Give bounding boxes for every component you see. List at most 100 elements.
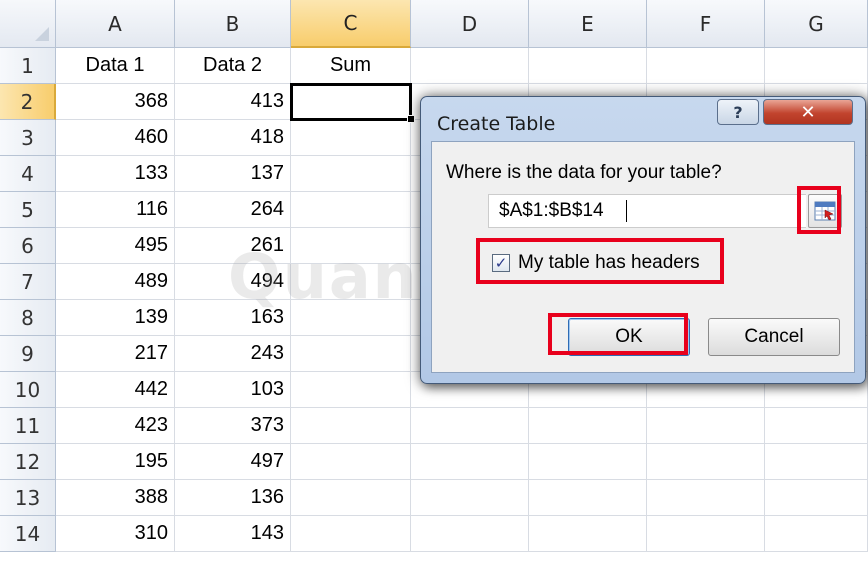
select-all-corner[interactable]: [0, 0, 56, 48]
cell-b9[interactable]: 243: [175, 336, 291, 372]
cell-c12[interactable]: [291, 444, 411, 480]
dialog-body: Where is the data for your table? ✓ My t…: [431, 141, 855, 373]
cell-f13[interactable]: [647, 480, 765, 516]
cell-c14[interactable]: [291, 516, 411, 552]
cell-d14[interactable]: [411, 516, 529, 552]
cell-b6[interactable]: 261: [175, 228, 291, 264]
headers-checkbox[interactable]: ✓: [492, 254, 510, 272]
row-header-3[interactable]: 3: [0, 120, 56, 156]
cell-a13[interactable]: 388: [56, 480, 175, 516]
cell-a8[interactable]: 139: [56, 300, 175, 336]
cell-f1[interactable]: [647, 48, 765, 84]
data-range-label-text: Where is the data for your table?: [446, 162, 722, 183]
cell-b13[interactable]: 136: [175, 480, 291, 516]
cell-b12[interactable]: 497: [175, 444, 291, 480]
cell-b14[interactable]: 143: [175, 516, 291, 552]
row-header-11[interactable]: 11: [0, 408, 56, 444]
cell-a5[interactable]: 116: [56, 192, 175, 228]
cell-a10[interactable]: 442: [56, 372, 175, 408]
cell-a12[interactable]: 195: [56, 444, 175, 480]
cell-d11[interactable]: [411, 408, 529, 444]
cell-b1[interactable]: Data 2: [175, 48, 291, 84]
cell-c5[interactable]: [291, 192, 411, 228]
column-header-f[interactable]: F: [647, 0, 765, 48]
checkmark-icon: ✓: [494, 253, 508, 272]
column-header-a[interactable]: A: [56, 0, 175, 48]
create-table-dialog: Create Table ? ✕ Where is the data for y…: [420, 96, 866, 384]
cell-g12[interactable]: [765, 444, 868, 480]
cell-c7[interactable]: [291, 264, 411, 300]
ok-button[interactable]: OK: [568, 318, 690, 356]
row-header-7[interactable]: 7: [0, 264, 56, 300]
cell-g11[interactable]: [765, 408, 868, 444]
cell-b10[interactable]: 103: [175, 372, 291, 408]
cell-c8[interactable]: [291, 300, 411, 336]
cell-d13[interactable]: [411, 480, 529, 516]
cell-b7[interactable]: 494: [175, 264, 291, 300]
column-header-d[interactable]: D: [411, 0, 529, 48]
data-range-input[interactable]: [488, 194, 806, 228]
row-header-4[interactable]: 4: [0, 156, 56, 192]
row-header-13[interactable]: 13: [0, 480, 56, 516]
cell-e1[interactable]: [529, 48, 647, 84]
cell-e12[interactable]: [529, 444, 647, 480]
data-range-label: Where is the data for your table?: [446, 162, 722, 184]
collapse-dialog-button[interactable]: [808, 194, 842, 228]
headers-checkbox-row[interactable]: ✓ My table has headers: [492, 246, 700, 280]
cell-e14[interactable]: [529, 516, 647, 552]
cell-a6[interactable]: 495: [56, 228, 175, 264]
cell-e13[interactable]: [529, 480, 647, 516]
row-header-14[interactable]: 14: [0, 516, 56, 552]
cell-c2[interactable]: [291, 84, 411, 120]
help-button[interactable]: ?: [717, 99, 759, 125]
row-header-6[interactable]: 6: [0, 228, 56, 264]
row-header-2[interactable]: 2: [0, 84, 56, 120]
headers-checkbox-label[interactable]: My table has headers: [518, 252, 700, 274]
cell-g14[interactable]: [765, 516, 868, 552]
cell-g13[interactable]: [765, 480, 868, 516]
column-header-g[interactable]: G: [765, 0, 868, 48]
cell-c9[interactable]: [291, 336, 411, 372]
cell-b5[interactable]: 264: [175, 192, 291, 228]
column-header-e[interactable]: E: [529, 0, 647, 48]
cell-b3[interactable]: 418: [175, 120, 291, 156]
cell-e11[interactable]: [529, 408, 647, 444]
cell-d1[interactable]: [411, 48, 529, 84]
cell-b2[interactable]: 413: [175, 84, 291, 120]
cell-a4[interactable]: 133: [56, 156, 175, 192]
cell-f14[interactable]: [647, 516, 765, 552]
cell-b8[interactable]: 163: [175, 300, 291, 336]
cell-c3[interactable]: [291, 120, 411, 156]
cell-a9[interactable]: 217: [56, 336, 175, 372]
column-header-c[interactable]: C: [291, 0, 411, 48]
row-header-8[interactable]: 8: [0, 300, 56, 336]
cell-c10[interactable]: [291, 372, 411, 408]
cell-f11[interactable]: [647, 408, 765, 444]
cell-c13[interactable]: [291, 480, 411, 516]
cell-b11[interactable]: 373: [175, 408, 291, 444]
cell-c4[interactable]: [291, 156, 411, 192]
select-all-triangle-icon: [35, 27, 49, 41]
cancel-button[interactable]: Cancel: [708, 318, 840, 356]
cell-c1[interactable]: Sum: [291, 48, 411, 84]
cell-d12[interactable]: [411, 444, 529, 480]
row-header-1[interactable]: 1: [0, 48, 56, 84]
cell-a11[interactable]: 423: [56, 408, 175, 444]
column-header-b[interactable]: B: [175, 0, 291, 48]
cell-b4[interactable]: 137: [175, 156, 291, 192]
cell-g1[interactable]: [765, 48, 868, 84]
cell-c11[interactable]: [291, 408, 411, 444]
row-header-5[interactable]: 5: [0, 192, 56, 228]
row-header-9[interactable]: 9: [0, 336, 56, 372]
cell-a14[interactable]: 310: [56, 516, 175, 552]
cell-a2[interactable]: 368: [56, 84, 175, 120]
cell-f12[interactable]: [647, 444, 765, 480]
close-button[interactable]: ✕: [763, 99, 853, 125]
cell-c6[interactable]: [291, 228, 411, 264]
fill-handle[interactable]: [407, 115, 415, 123]
row-header-12[interactable]: 12: [0, 444, 56, 480]
cell-a3[interactable]: 460: [56, 120, 175, 156]
row-header-10[interactable]: 10: [0, 372, 56, 408]
cell-a7[interactable]: 489: [56, 264, 175, 300]
cell-a1[interactable]: Data 1: [56, 48, 175, 84]
